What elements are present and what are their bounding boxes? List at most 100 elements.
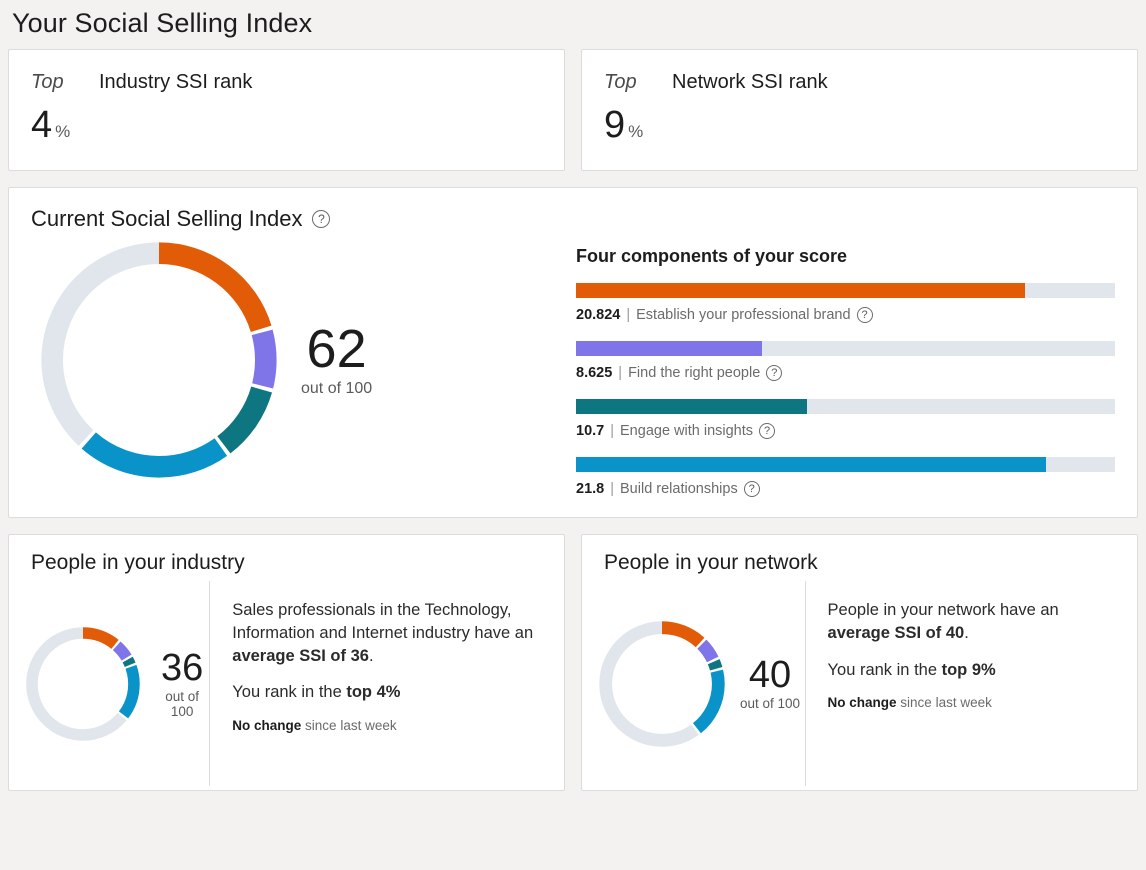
component-name: Establish your professional brand [636, 307, 851, 323]
people-network-p2-bold: top 9% [941, 660, 996, 679]
people-network-p2-prefix: You rank in the [827, 660, 942, 679]
people-industry-title: People in your industry [31, 551, 245, 574]
question-circle-icon[interactable]: ? [766, 365, 783, 381]
people-industry-body: 36 out of 100 Sales professionals in the… [9, 581, 564, 786]
network-rank-top-label: Top [604, 71, 637, 93]
people-industry-note: No change since last week [232, 718, 544, 733]
component-bar-fill [576, 399, 807, 414]
people-network-note-rest: since last week [896, 695, 992, 711]
people-industry-note-bold: No change [232, 718, 302, 734]
component-bar-fill [576, 457, 1046, 472]
rank-card-row: Top Industry SSI rank 4 % Top Network SS… [8, 49, 1138, 171]
ssi-score-value: 62 [306, 319, 367, 379]
component-separator: | [618, 365, 623, 381]
people-network-paragraph-2: You rank in the top 9% [828, 659, 1117, 682]
people-industry-score-block: 36 out of 100 [155, 649, 209, 719]
people-industry-score-sublabel: out of 100 [165, 688, 199, 719]
component-row: 20.824 | Establish your professional brand… [576, 283, 1115, 323]
component-bar-track [576, 341, 1115, 356]
component-name: Engage with insights [620, 423, 754, 439]
component-bar-track [576, 457, 1115, 472]
people-card-row: People in your industry 36 out of 100 Sa… [8, 534, 1138, 791]
component-name: Build relationships [620, 481, 738, 497]
people-industry-p1-suffix: . [368, 646, 374, 665]
people-network-donut-chart [599, 620, 725, 747]
people-network-donut-block: 40 out of 100 [582, 581, 805, 786]
people-industry-paragraph-1: Sales professionals in the Technology, I… [232, 599, 544, 667]
component-separator: | [626, 307, 631, 323]
component-value: 20.824 [576, 307, 621, 323]
current-ssi-card: Current Social Selling Index ? 62 out of… [8, 187, 1138, 518]
people-network-text-block: People in your network have an average S… [804, 581, 1137, 786]
people-industry-score-value: 36 [160, 646, 204, 689]
network-rank-title: Network SSI rank [672, 71, 828, 93]
component-row: 8.625 | Find the right people? [576, 341, 1115, 381]
components-title: Four components of your score [576, 246, 848, 266]
people-network-score-value: 40 [748, 654, 792, 696]
component-value: 21.8 [576, 481, 605, 497]
component-bar-fill [576, 341, 762, 356]
people-industry-p2-bold: top 4% [346, 683, 401, 702]
people-network-body: 40 out of 100 People in your network hav… [582, 581, 1137, 786]
question-circle-icon[interactable]: ? [759, 423, 776, 439]
industry-rank-head: Top Industry SSI rank [31, 72, 542, 92]
current-ssi-title-row: Current Social Selling Index ? [31, 206, 1115, 232]
people-industry-p1-bold: average SSI of 36 [232, 646, 369, 665]
question-circle-icon[interactable]: ? [743, 481, 760, 497]
people-network-title: People in your network [604, 551, 818, 574]
industry-rank-value-wrap: 4 % [31, 106, 542, 144]
industry-ssi-rank-card: Top Industry SSI rank 4 % [8, 49, 565, 171]
industry-rank-title: Industry SSI rank [99, 71, 253, 93]
people-industry-note-rest: since last week [301, 718, 397, 734]
people-in-your-industry-card: People in your industry 36 out of 100 Sa… [8, 534, 565, 791]
people-industry-text-block: Sales professionals in the Technology, I… [209, 581, 564, 786]
component-label: 10.7 | Engage with insights? [576, 423, 1115, 439]
question-circle-icon[interactable]: ? [856, 307, 873, 323]
component-value: 10.7 [576, 423, 605, 439]
current-ssi-body: 62 out of 100 Four components of your sc… [31, 240, 1115, 497]
people-network-p1-bold: average SSI of 40 [827, 623, 965, 642]
components-list: 20.824 | Establish your professional brand… [576, 283, 1115, 497]
component-name: Find the right people [628, 365, 761, 381]
question-circle-icon[interactable]: ? [312, 210, 331, 228]
people-network-score-block: 40 out of 100 [740, 656, 800, 711]
people-network-paragraph-1: People in your network have an average S… [828, 599, 1117, 645]
component-bar-track [576, 399, 1115, 414]
people-industry-donut-chart [26, 626, 140, 741]
ssi-score-block: 62 out of 100 [301, 322, 372, 398]
current-ssi-title: Current Social Selling Index [31, 206, 303, 231]
ssi-donut-chart [41, 242, 277, 478]
network-rank-value-wrap: 9 % [604, 106, 1115, 144]
component-row: 21.8 | Build relationships? [576, 457, 1115, 497]
component-bar-track [576, 283, 1115, 298]
people-network-note: No change since last week [828, 695, 1117, 710]
component-separator: | [610, 423, 615, 439]
component-bar-fill [576, 283, 1025, 298]
ssi-donut-block: 62 out of 100 [31, 240, 576, 480]
people-industry-paragraph-2: You rank in the top 4% [232, 681, 544, 704]
people-network-score-sublabel: out of 100 [740, 696, 801, 711]
component-separator: | [610, 481, 615, 497]
network-ssi-rank-card: Top Network SSI rank 9 % [581, 49, 1138, 171]
people-network-note-bold: No change [827, 695, 897, 711]
people-industry-donut-block: 36 out of 100 [9, 581, 209, 786]
people-network-p1-suffix: . [964, 623, 969, 642]
component-value: 8.625 [576, 365, 613, 381]
industry-rank-value: 4 [31, 104, 53, 146]
industry-rank-top-label: Top [31, 71, 64, 93]
ssi-score-sublabel: out of 100 [301, 380, 373, 397]
people-in-your-network-card: People in your network 40 out of 100 Peo… [581, 534, 1138, 791]
people-network-p1-prefix: People in your network have an [827, 601, 1059, 619]
page-title: Your Social Selling Index [12, 8, 313, 38]
network-rank-unit: % [628, 122, 644, 141]
people-industry-p1-prefix: Sales professionals in the Technology, I… [232, 601, 534, 642]
component-label: 20.824 | Establish your professional brand… [576, 307, 1115, 323]
components-section: Four components of your score 20.824 | Est… [576, 240, 1115, 497]
component-label: 8.625 | Find the right people? [576, 365, 1115, 381]
industry-rank-unit: % [55, 122, 71, 141]
ssi-dashboard: Your Social Selling Index Top Industry S… [0, 0, 1146, 791]
network-rank-value: 9 [604, 104, 626, 146]
people-industry-p2-prefix: You rank in the [232, 683, 347, 702]
component-row: 10.7 | Engage with insights? [576, 399, 1115, 439]
component-label: 21.8 | Build relationships? [576, 481, 1115, 497]
